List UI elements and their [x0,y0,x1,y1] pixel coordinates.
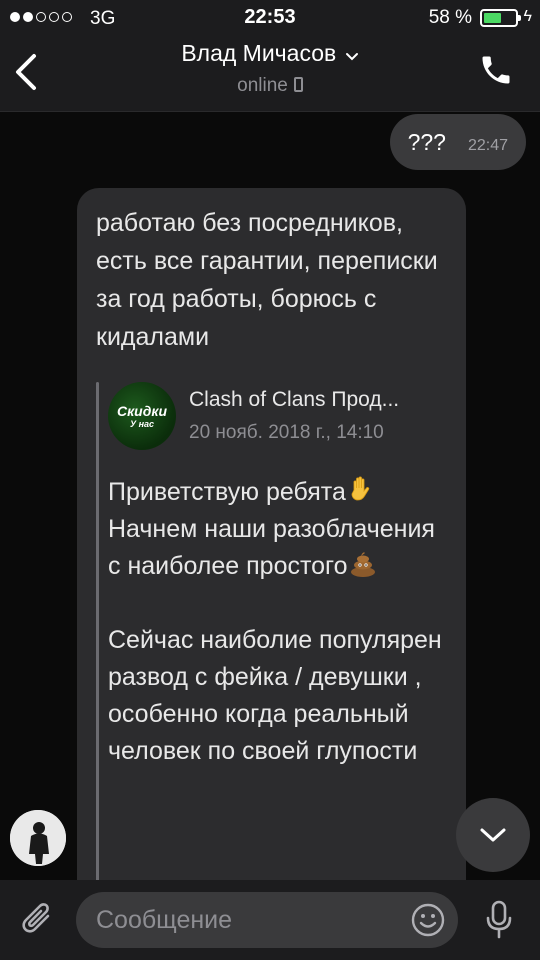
outgoing-message-text: ??? [407,128,446,155]
forwarded-message-text: Приветствую ребята Начнем наши разоблаче… [108,474,448,770]
avatar-text-line1: Скидки [116,403,168,419]
forward-indicator-bar [96,382,99,880]
phone-icon[interactable] [478,52,514,88]
paperclip-icon[interactable] [20,900,56,940]
battery-percent: 58 % [428,7,472,28]
microphone-icon[interactable] [484,900,514,940]
mobile-device-icon [293,77,303,92]
message-input[interactable]: Сообщение [76,892,458,948]
incoming-message-text: работаю без посредников, есть все гарант… [96,209,438,351]
forwarded-text-part2: Начнем наши разоблачения с наиболее прос… [108,515,442,580]
message-composer: Сообщение [0,880,540,960]
chat-title-block[interactable]: Влад Мичасов online [0,40,540,97]
sender-avatar[interactable] [10,810,66,866]
message-list[interactable]: ??? 22:47 работаю без посредников, есть … [0,112,540,880]
smile-icon[interactable] [410,902,446,938]
battery-icon [480,9,521,27]
charging-icon: ϟ [523,8,532,25]
scroll-to-bottom-button[interactable] [456,798,530,872]
outgoing-message-bubble[interactable]: ??? 22:47 [389,114,526,170]
raised-hand-emoji-icon [351,476,370,501]
forwarded-message[interactable]: Скидки У нас Clash of Clans Прод... 20 н… [96,382,448,880]
status-bar: 3G 22:53 58 % ϟ [0,0,540,36]
incoming-message-bubble[interactable]: работаю без посредников, есть все гарант… [77,188,466,880]
contact-name[interactable]: Влад Мичасов [181,40,336,66]
outgoing-message-time: 22:47 [467,137,508,154]
online-status: online [237,75,288,96]
forward-source-avatar[interactable]: Скидки У нас [108,382,176,450]
chevron-down-icon [480,828,506,842]
forwarded-text-part1: Приветствую ребята [108,478,346,506]
forwarded-text-part3: Сейчас наиболие популярен развод с фейка… [108,626,449,765]
forward-source-name[interactable]: Clash of Clans Прод... [189,388,399,412]
avatar-text-line2: У нас [129,419,155,429]
message-input-placeholder: Сообщение [96,906,233,934]
forward-date: 20 нояб. 2018 г., 14:10 [189,422,384,443]
chevron-down-icon[interactable] [345,52,359,62]
chat-header: Влад Мичасов online [0,36,540,112]
pile-of-poo-emoji-icon [350,552,375,577]
